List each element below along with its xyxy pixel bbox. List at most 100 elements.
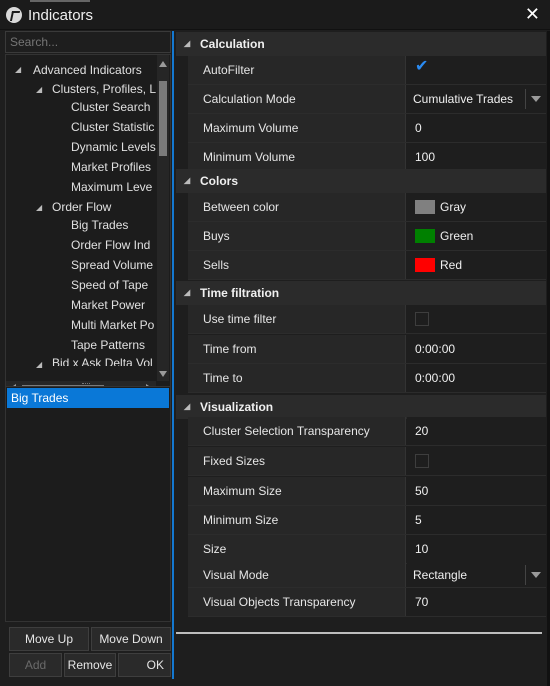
tree-item-advanced-indicators[interactable]: Advanced Indicators xyxy=(33,61,142,79)
tree-item-maximum-levels[interactable]: Maximum Leve xyxy=(71,178,152,196)
app-logo-icon xyxy=(6,7,22,23)
description-divider xyxy=(176,632,542,634)
prop-name: Fixed Sizes xyxy=(188,447,406,475)
tree-vertical-scrollbar[interactable] xyxy=(157,55,169,381)
tree-item-big-trades[interactable]: Big Trades xyxy=(71,216,128,234)
prop-name: Time to xyxy=(188,364,406,392)
calculation-mode-select[interactable]: Cumulative Trades xyxy=(407,85,546,113)
category-calculation[interactable]: ◢ Calculation xyxy=(176,32,546,56)
color-swatch xyxy=(415,200,435,214)
category-visualization[interactable]: ◢ Visualization xyxy=(176,395,546,419)
prop-name: Minimum Size xyxy=(188,506,406,534)
prop-name: Time from xyxy=(188,335,406,363)
prop-row-time-from: Time from 0:00:00 xyxy=(188,335,546,364)
visual-mode-select[interactable]: Rectangle xyxy=(407,562,546,587)
title-bar-edge xyxy=(30,0,90,2)
prop-name: Visual Objects Transparency xyxy=(188,588,406,616)
scroll-down-arrow-icon[interactable] xyxy=(159,371,167,377)
prop-row-sells: Sells Red xyxy=(188,251,546,280)
close-button[interactable]: ✕ xyxy=(525,4,540,25)
prop-name: AutoFilter xyxy=(188,56,406,84)
color-swatch xyxy=(415,229,435,243)
ok-button[interactable]: OK xyxy=(118,653,171,677)
select-value: Rectangle xyxy=(413,568,468,582)
tree-item-cluster-search[interactable]: Cluster Search xyxy=(71,98,150,116)
prop-name: Size xyxy=(188,535,406,563)
minimum-volume-field[interactable]: 100 xyxy=(407,143,546,171)
tree-item-spread-volume[interactable]: Spread Volume xyxy=(71,256,153,274)
sells-color-picker[interactable]: Red xyxy=(407,251,546,279)
combo-separator xyxy=(525,89,526,109)
chevron-down-icon[interactable] xyxy=(531,572,541,578)
select-value: Cumulative Trades xyxy=(413,92,514,106)
category-title: Colors xyxy=(200,174,239,188)
checkbox-checked-icon[interactable]: ✔ xyxy=(415,58,428,76)
prop-row-visual-mode: Visual Mode Rectangle xyxy=(188,562,546,588)
prop-row-minimum-volume: Minimum Volume 100 xyxy=(188,143,546,172)
size-field[interactable]: 10 xyxy=(407,535,546,563)
indicators-left-panel: ◢ Advanced Indicators ◢ Clusters, Profil… xyxy=(0,31,172,686)
between-color-picker[interactable]: Gray xyxy=(407,193,546,221)
tree-item-market-power[interactable]: Market Power xyxy=(71,296,145,314)
tree-item-order-flow-indicator[interactable]: Order Flow Ind xyxy=(71,236,150,254)
list-item[interactable]: Big Trades xyxy=(7,388,169,408)
tree-item-speed-of-tape[interactable]: Speed of Tape xyxy=(71,276,148,294)
category-title: Calculation xyxy=(200,37,265,51)
prop-row-autofilter: AutoFilter ✔ xyxy=(188,56,546,85)
panel-divider xyxy=(172,31,174,679)
chevron-down-icon[interactable] xyxy=(531,96,541,102)
collapse-arrow-icon[interactable]: ◢ xyxy=(184,395,190,419)
move-down-button[interactable]: Move Down xyxy=(91,627,171,651)
color-label: Red xyxy=(440,258,463,272)
move-up-button[interactable]: Move Up xyxy=(9,627,89,651)
category-time-filtration[interactable]: ◢ Time filtration xyxy=(176,281,546,305)
property-grid: ◢ Calculation AutoFilter ✔ Calculation M… xyxy=(176,31,546,636)
title-bar: Indicators ✕ xyxy=(0,0,550,30)
scroll-up-arrow-icon[interactable] xyxy=(159,61,167,67)
category-title: Time filtration xyxy=(200,286,280,300)
objects-transparency-field[interactable]: 70 xyxy=(407,588,546,616)
tree-item-market-profiles[interactable]: Market Profiles xyxy=(71,158,151,176)
maximum-volume-field[interactable]: 0 xyxy=(407,114,546,142)
indicator-tree: ◢ Advanced Indicators ◢ Clusters, Profil… xyxy=(5,54,171,397)
collapse-arrow-icon[interactable]: ◢ xyxy=(184,169,190,193)
add-button[interactable]: Add xyxy=(9,653,62,677)
prop-name: Maximum Size xyxy=(188,477,406,505)
tree-item-clusters-profiles[interactable]: Clusters, Profiles, L xyxy=(52,80,156,98)
tree-item-order-flow[interactable]: Order Flow xyxy=(52,198,111,216)
cluster-transparency-field[interactable]: 20 xyxy=(407,417,546,445)
collapse-arrow-icon[interactable]: ◢ xyxy=(184,281,190,305)
prop-value: ✔ xyxy=(407,56,546,84)
tree-item-multi-market-power[interactable]: Multi Market Po xyxy=(71,316,154,334)
remove-button[interactable]: Remove xyxy=(64,653,116,677)
prop-row-fixed-sizes: Fixed Sizes xyxy=(188,447,546,476)
expand-arrow-icon[interactable]: ◢ xyxy=(36,203,42,212)
prop-row-visual-objects-transparency: Visual Objects Transparency 70 xyxy=(188,588,546,617)
prop-row-time-to: Time to 0:00:00 xyxy=(188,364,546,393)
expand-arrow-icon[interactable]: ◢ xyxy=(15,65,21,74)
scroll-thumb[interactable] xyxy=(159,81,167,156)
collapse-arrow-icon[interactable]: ◢ xyxy=(184,32,190,56)
prop-row-use-time-filter: Use time filter xyxy=(188,305,546,334)
prop-row-size: Size 10 xyxy=(188,535,546,564)
category-colors[interactable]: ◢ Colors xyxy=(176,169,546,193)
tree-item-tape-patterns[interactable]: Tape Patterns xyxy=(71,336,145,354)
time-to-field[interactable]: 0:00:00 xyxy=(407,364,546,392)
prop-row-buys: Buys Green xyxy=(188,222,546,251)
tree-item-dynamic-levels[interactable]: Dynamic Levels xyxy=(71,138,156,156)
fixed-sizes-checkbox[interactable] xyxy=(415,454,429,468)
expand-arrow-icon[interactable]: ◢ xyxy=(36,360,42,369)
buys-color-picker[interactable]: Green xyxy=(407,222,546,250)
time-from-field[interactable]: 0:00:00 xyxy=(407,335,546,363)
tree-item-cluster-statistic[interactable]: Cluster Statistic xyxy=(71,118,154,136)
category-title: Visualization xyxy=(200,400,274,414)
use-time-filter-checkbox[interactable] xyxy=(415,312,429,326)
minimum-size-field[interactable]: 5 xyxy=(407,506,546,534)
expand-arrow-icon[interactable]: ◢ xyxy=(36,85,42,94)
search-input[interactable] xyxy=(5,31,171,53)
prop-row-maximum-volume: Maximum Volume 0 xyxy=(188,114,546,143)
tree-item-bid-ask-delta[interactable]: Bid x Ask Delta Vol xyxy=(52,354,153,366)
prop-row-between-color: Between color Gray xyxy=(188,193,546,222)
color-swatch xyxy=(415,258,435,272)
maximum-size-field[interactable]: 50 xyxy=(407,477,546,505)
